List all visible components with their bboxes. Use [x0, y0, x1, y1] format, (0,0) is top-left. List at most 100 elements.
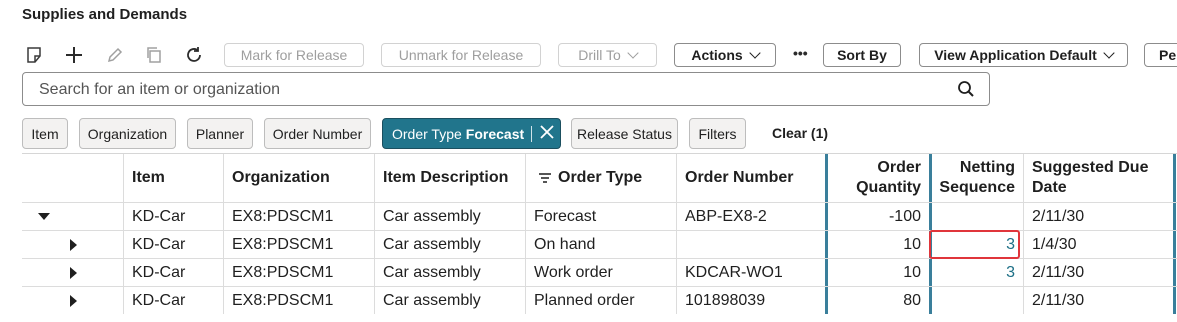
- filter-chip-item[interactable]: Item: [22, 118, 68, 149]
- cell-netting-sequence[interactable]: [929, 203, 1024, 230]
- cell-order-number: 101898039: [677, 287, 828, 314]
- sort-by-button[interactable]: Sort By: [823, 43, 901, 67]
- table-row[interactable]: KD-Car EX8:PDSCM1 Car assembly Forecast …: [22, 202, 1177, 230]
- caret-down-icon: [38, 213, 50, 220]
- column-header-label: Sequence: [939, 179, 1015, 196]
- cell-organization: EX8:PDSCM1: [224, 203, 375, 230]
- more-options-icon[interactable]: •••: [793, 45, 808, 61]
- search-icon[interactable]: [957, 80, 975, 103]
- filter-chip-label: Order Number: [272, 125, 363, 142]
- column-header-organization[interactable]: Organization: [224, 154, 375, 202]
- sort-by-label: Sort By: [837, 47, 887, 63]
- cell-order-type: Planned order: [526, 287, 677, 314]
- cell-order-quantity: -100: [828, 203, 930, 230]
- cell-netting-sequence[interactable]: 3: [929, 259, 1024, 286]
- caret-right-icon: [70, 238, 77, 251]
- cell-item-description: Car assembly: [375, 259, 526, 286]
- filter-chip-label: Planner: [195, 125, 245, 142]
- column-header-label: Order: [877, 159, 921, 176]
- highlight-box: [929, 230, 1020, 259]
- column-header-label: Order Type: [558, 169, 643, 186]
- cell-item-description: Car assembly: [375, 203, 526, 230]
- column-header-suggested-due-date[interactable]: Suggested Due Date: [1024, 154, 1176, 202]
- cell-item: KD-Car: [124, 287, 224, 314]
- cell-item: KD-Car: [124, 231, 224, 258]
- filter-chip-organization[interactable]: Organization: [79, 118, 176, 149]
- cell-order-quantity: 10: [828, 231, 930, 258]
- filter-chip-release-status[interactable]: Release Status: [571, 118, 678, 149]
- expand-toggle[interactable]: [22, 203, 124, 230]
- add-icon[interactable]: [63, 44, 85, 66]
- filter-chip-order-number[interactable]: Order Number: [264, 118, 371, 149]
- expand-toggle[interactable]: [22, 231, 124, 258]
- column-header-label: Date: [1032, 179, 1067, 196]
- cell-order-type: Work order: [526, 259, 677, 286]
- filter-chip-label: Release Status: [577, 125, 672, 142]
- overflow-button[interactable]: Pe: [1144, 43, 1177, 67]
- note-icon[interactable]: [23, 44, 45, 66]
- clear-filters-link[interactable]: Clear (1): [772, 125, 828, 141]
- column-header-order-number[interactable]: Order Number: [677, 154, 828, 202]
- chevron-down-icon: [627, 47, 639, 59]
- column-header-item-description[interactable]: Item Description: [375, 154, 526, 202]
- filter-chip-planner[interactable]: Planner: [187, 118, 253, 149]
- drill-to-label: Drill To: [578, 47, 621, 63]
- column-header-label: Netting: [959, 159, 1015, 176]
- column-header-item[interactable]: Item: [124, 154, 224, 202]
- cell-item-description: Car assembly: [375, 287, 526, 314]
- column-header-label: Suggested Due: [1032, 159, 1149, 176]
- cell-organization: EX8:PDSCM1: [224, 259, 375, 286]
- unmark-for-release-button[interactable]: Unmark for Release: [381, 43, 541, 67]
- filter-chip-order-type[interactable]: Order Type Forecast: [382, 118, 561, 149]
- column-header-order-quantity[interactable]: Order Quantity: [828, 154, 930, 202]
- cell-item-description: Car assembly: [375, 231, 526, 258]
- cell-order-number: KDCAR-WO1: [677, 259, 828, 286]
- filters-button[interactable]: Filters: [689, 118, 746, 149]
- filter-lines-icon: [538, 172, 552, 184]
- cell-order-type: On hand: [526, 231, 677, 258]
- page-title: Supplies and Demands: [22, 6, 188, 23]
- column-header-label: Order Number: [685, 169, 794, 186]
- drill-to-button[interactable]: Drill To: [558, 43, 657, 67]
- cell-netting-sequence[interactable]: [929, 287, 1024, 314]
- column-header-label: Item: [132, 169, 165, 186]
- filter-chip-value: Forecast: [465, 125, 525, 142]
- filter-chip-label: Order Type: [392, 125, 462, 142]
- chevron-down-icon: [749, 47, 761, 59]
- filter-chip-label: Item: [31, 125, 59, 142]
- column-header-expand: [22, 154, 124, 202]
- search-input[interactable]: [37, 79, 941, 101]
- duplicate-icon[interactable]: [143, 44, 165, 66]
- table-row[interactable]: KD-Car EX8:PDSCM1 Car assembly Work orde…: [22, 258, 1177, 286]
- refresh-icon[interactable]: [183, 44, 205, 66]
- cell-organization: EX8:PDSCM1: [224, 231, 375, 258]
- cell-organization: EX8:PDSCM1: [224, 287, 375, 314]
- cell-item: KD-Car: [124, 203, 224, 230]
- table-row[interactable]: KD-Car EX8:PDSCM1 Car assembly Planned o…: [22, 286, 1177, 314]
- actions-button[interactable]: Actions: [674, 43, 776, 67]
- column-header-label: Item Description: [383, 169, 509, 186]
- search-box: [22, 72, 990, 106]
- column-header-order-type[interactable]: Order Type: [526, 154, 677, 202]
- filters-label: Filters: [698, 125, 737, 142]
- cell-suggested-due-date: 2/11/30: [1024, 203, 1176, 230]
- actions-label: Actions: [691, 47, 743, 63]
- divider: [531, 125, 533, 142]
- mark-for-release-label: Mark for Release: [240, 47, 348, 63]
- cell-order-number: ABP-EX8-2: [677, 203, 828, 230]
- column-header-label: Organization: [232, 169, 330, 186]
- cell-order-quantity: 80: [828, 287, 930, 314]
- chevron-down-icon: [1103, 47, 1115, 59]
- edit-icon[interactable]: [104, 44, 126, 66]
- column-header-netting-sequence[interactable]: Netting Sequence: [929, 154, 1024, 202]
- cell-item: KD-Car: [124, 259, 224, 286]
- caret-right-icon: [70, 266, 77, 279]
- close-icon[interactable]: [540, 125, 554, 142]
- view-selector-button[interactable]: View Application Default: [919, 43, 1128, 67]
- view-selector-label: View Application Default: [934, 47, 1097, 63]
- cell-order-quantity: 10: [828, 259, 930, 286]
- cell-suggested-due-date: 2/11/30: [1024, 287, 1176, 314]
- expand-toggle[interactable]: [22, 287, 124, 314]
- expand-toggle[interactable]: [22, 259, 124, 286]
- mark-for-release-button[interactable]: Mark for Release: [224, 43, 364, 67]
